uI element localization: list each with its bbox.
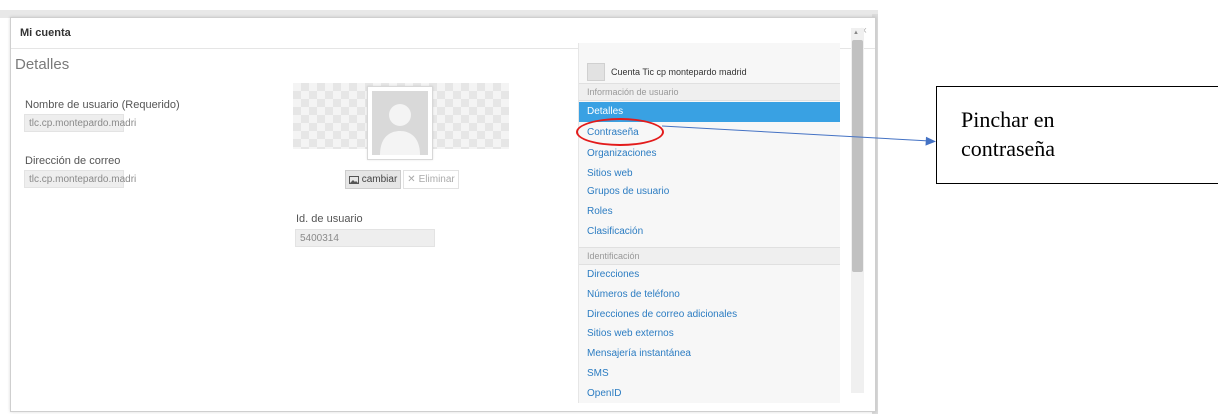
account-avatar-icon (587, 63, 605, 81)
userid-label: Id. de usuario (296, 213, 363, 225)
nav-item-telefonos[interactable]: Números de teléfono (587, 289, 680, 300)
delete-photo-label: Eliminar (418, 174, 455, 185)
section-user-info: Información de usuario (579, 83, 840, 101)
change-photo-label: cambiar (361, 174, 398, 185)
email-label: Dirección de correo (25, 155, 121, 167)
username-field[interactable]: tlc.cp.montepardo.madri (24, 114, 136, 132)
nav-item-direcciones[interactable]: Direcciones (587, 269, 639, 280)
account-name: Cuenta Tic cp montepardo madrid (611, 67, 747, 77)
username-label: Nombre de usuario (Requerido) (25, 99, 180, 111)
nav-item-sitios-web[interactable]: Sitios web (587, 168, 633, 179)
annotation-callout: Pinchar en contraseña (936, 86, 1218, 184)
nav-item-detalles[interactable]: Detalles (587, 106, 623, 117)
section-user-info-label: Información de usuario (587, 87, 679, 97)
callout-line-1: Pinchar en (961, 107, 1055, 132)
callout-line-2: contraseña (961, 136, 1056, 161)
change-photo-button[interactable]: cambiar (345, 170, 401, 189)
section-identification: Identificación (579, 247, 840, 265)
nav-item-sitios-externos[interactable]: Sitios web externos (587, 328, 674, 339)
email-field[interactable]: tlc.cp.montepardo.madri (24, 170, 136, 188)
account-nav-panel: Cuenta Tic cp montepardo madrid Informac… (578, 43, 840, 403)
section-identification-label: Identificación (587, 251, 640, 261)
delete-photo-button[interactable]: ✕ Eliminar (403, 170, 459, 189)
highlight-ellipse (576, 118, 664, 146)
nav-item-clasificacion[interactable]: Clasificación (587, 226, 643, 237)
annotation-arrow-icon (661, 125, 936, 146)
modal-title: Mi cuenta (20, 27, 71, 39)
nav-item-roles[interactable]: Roles (587, 206, 613, 217)
delete-icon: ✕ (407, 174, 416, 185)
scroll-up-icon[interactable]: ▲ (853, 30, 859, 36)
userid-field[interactable]: 5400314 (295, 229, 435, 247)
user-silhouette-icon (372, 91, 428, 155)
details-heading: Detalles (15, 56, 70, 73)
nav-item-sms[interactable]: SMS (587, 368, 609, 379)
nav-item-openid[interactable]: OpenID (587, 388, 621, 399)
modal-scrollbar-thumb[interactable] (852, 40, 863, 272)
avatar (367, 86, 433, 160)
nav-item-organizaciones[interactable]: Organizaciones (587, 148, 656, 159)
callout-text: Pinchar en contraseña (961, 105, 1055, 163)
nav-item-mensajeria[interactable]: Mensajería instantánea (587, 348, 691, 359)
nav-item-grupos[interactable]: Grupos de usuario (587, 186, 669, 197)
nav-item-correo-adicionales[interactable]: Direcciones de correo adicionales (587, 309, 737, 320)
image-icon (348, 175, 359, 184)
